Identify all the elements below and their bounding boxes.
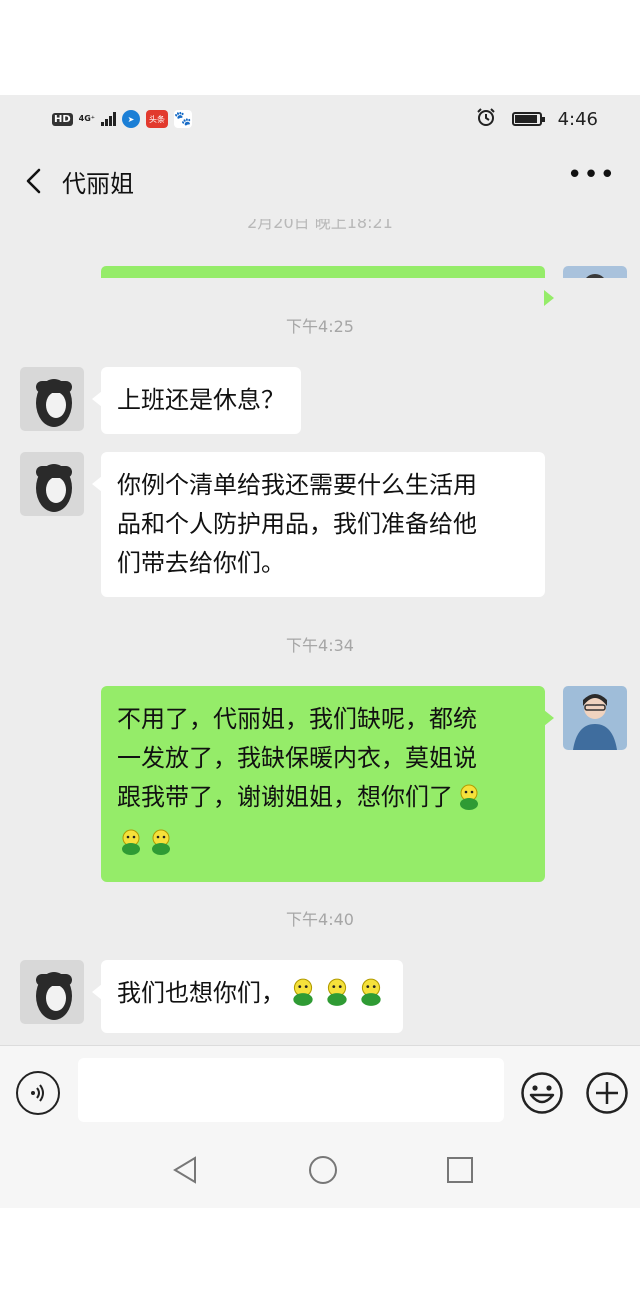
message-text-line: 品和个人防护用品，我们准备给他	[117, 510, 477, 538]
status-bar: HD 4G⁺ ➤ 头条 🐾 4:46	[0, 95, 640, 143]
message-bubble-incoming[interactable]: 上班还是休息？	[92, 367, 301, 434]
news-app-icon: 头条	[146, 110, 169, 128]
chevron-left-icon	[26, 168, 41, 194]
timestamp: 下午4:25	[286, 317, 354, 336]
message-text-line: 你例个清单给我还需要什么生活用	[117, 471, 477, 499]
emoji-sticker-icon	[287, 977, 319, 1019]
network-type: 4G⁺	[78, 114, 96, 123]
avatar-contact[interactable]	[20, 960, 84, 1024]
emoji-sticker-icon	[355, 977, 387, 1019]
chat-title: 代丽姐	[62, 169, 134, 198]
circle-home-icon	[309, 1156, 337, 1184]
emoji-sticker-icon	[117, 828, 145, 868]
timestamp-earlier: 2月20日 晚上18:21	[247, 219, 393, 232]
message-list[interactable]: 2月20日 晚上18:21 下午4:25 上班还是休息？ 你例个清单给我还需要什…	[0, 219, 640, 1045]
emoji-button[interactable]	[520, 1071, 564, 1115]
emoji-sticker-icon	[321, 977, 353, 1019]
timestamp: 下午4:34	[286, 636, 354, 655]
phone-screen: HD 4G⁺ ➤ 头条 🐾 4:46 代丽姐 ••• 2月20日 晚上18:21	[0, 95, 640, 1208]
nav-back-button[interactable]	[168, 1153, 202, 1187]
system-navigation-bar	[0, 1135, 640, 1208]
avatar-self[interactable]	[563, 686, 627, 750]
message-bubble-outgoing[interactable]: 不用了，代丽姐，我们缺呢，都统 一发放了，我缺保暖内衣，莫姐说 跟我带了，谢谢姐…	[101, 686, 554, 882]
browser-app-icon: ➤	[122, 110, 141, 128]
signal-icon	[101, 112, 117, 126]
timestamp: 下午4:40	[286, 910, 354, 929]
back-button[interactable]	[14, 161, 54, 201]
nav-home-button[interactable]	[306, 1153, 340, 1187]
triangle-back-icon	[173, 1156, 196, 1184]
nav-recent-button[interactable]	[443, 1153, 477, 1187]
input-bar	[0, 1045, 640, 1135]
more-button[interactable]: •••	[567, 162, 616, 188]
paw-app-icon: 🐾	[174, 110, 193, 128]
hd-badge: HD	[52, 112, 73, 126]
battery-icon	[511, 112, 545, 126]
alarm-icon	[476, 107, 496, 131]
avatar-contact[interactable]	[20, 367, 84, 431]
message-text-line: 一发放了，我缺保暖内衣，莫姐说	[117, 744, 477, 772]
emoji-face-icon	[521, 1072, 563, 1114]
emoji-sticker-icon	[147, 828, 175, 868]
message-text: 我们也想你们，	[117, 979, 285, 1007]
avatar-self-partial[interactable]	[563, 266, 627, 278]
message-bubble-incoming[interactable]: 你例个清单给我还需要什么生活用 品和个人防护用品，我们准备给他 们带去给你们。	[92, 452, 545, 597]
message-text-line: 不用了，代丽姐，我们缺呢，都统	[117, 705, 477, 733]
square-recent-icon	[447, 1157, 473, 1183]
voice-button[interactable]	[16, 1071, 60, 1115]
message-input[interactable]	[78, 1058, 504, 1122]
message-text-line: 们带去给你们。	[117, 549, 285, 577]
voice-icon	[31, 1084, 44, 1102]
message-bubble-outgoing-partial[interactable]	[101, 266, 554, 306]
avatar-contact[interactable]	[20, 452, 84, 516]
plus-circle-icon	[586, 1072, 628, 1114]
plus-button[interactable]	[585, 1071, 629, 1115]
message-text-line: 跟我带了，谢谢姐姐，想你们了	[117, 783, 453, 811]
message-text: 上班还是休息？	[117, 386, 285, 414]
clock: 4:46	[557, 108, 598, 130]
message-bubble-incoming[interactable]: 我们也想你们，	[92, 960, 403, 1033]
emoji-sticker-icon	[455, 783, 483, 823]
chat-header: 代丽姐 •••	[0, 143, 640, 219]
